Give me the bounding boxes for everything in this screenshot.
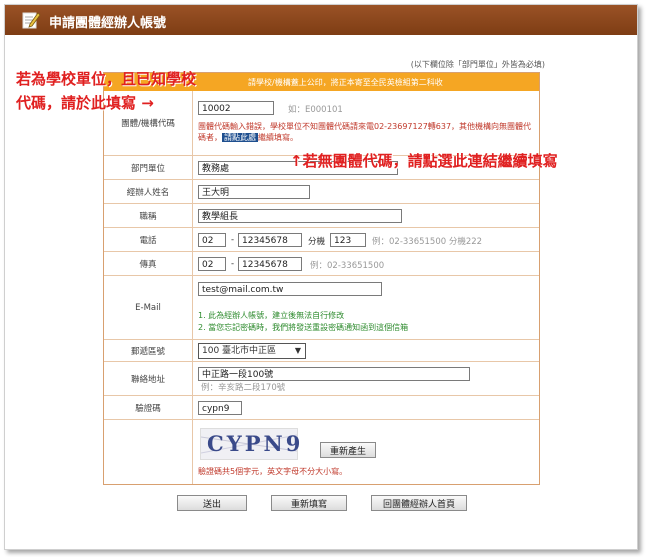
annotation-school-code-line2: 代碼，請於此填寫 →	[16, 94, 154, 112]
row-position: 職稱 教學組長	[104, 203, 539, 228]
row-email: E-Mail test@mail.com.tw 1. 此為經辦人帳號，建立後無法…	[104, 275, 539, 340]
title-bar: 申請團體經辦人帳號	[5, 5, 637, 35]
department-label: 部門單位	[104, 156, 193, 180]
captcha-image-label-cell	[104, 420, 193, 484]
refresh-captcha-button[interactable]: 重新產生	[320, 442, 376, 458]
email-note-1: 1. 此為經辦人帳號，建立後無法自行修改	[198, 311, 345, 320]
notice-text: 請學校/機構蓋上公印，將正本寄至全民英檢組第二科收	[248, 78, 443, 87]
row-address: 聯絡地址 中正路一段100號 例：辛亥路二段170號	[104, 361, 539, 396]
home-button[interactable]: 回團體經辦人首頁	[371, 495, 467, 511]
district-select[interactable]: 100 臺北市中正區 ▼	[198, 343, 306, 359]
captcha-input[interactable]: cypn9	[198, 401, 242, 415]
application-form: 請學校/機構蓋上公印，將正本寄至全民英檢組第二科收 團體/機構代碼 10002 …	[103, 72, 540, 485]
phone-hint: 例：02-33651500 分機222	[372, 237, 483, 247]
continue-link[interactable]: 請點此處	[222, 133, 258, 142]
row-captcha: 驗證碼 cypn9	[104, 395, 539, 420]
row-org-code: 團體/機構代碼 10002 如：E000101 團體代碼輸入錯誤，學校單位不知團…	[104, 91, 539, 155]
captcha-note: 驗證碼共5個字元，英文字母不分大小寫。	[198, 467, 348, 476]
position-label: 職稱	[104, 204, 193, 228]
fax-label: 傳真	[104, 252, 193, 276]
email-input[interactable]: test@mail.com.tw	[198, 282, 382, 296]
edit-icon	[22, 12, 41, 29]
name-label: 經辦人姓名	[104, 180, 193, 204]
address-input[interactable]: 中正路一段100號	[198, 367, 470, 381]
phone-dash: -	[231, 235, 235, 245]
row-phone: 電話 02 - 12345678 分機 123 例：02-33651500 分機…	[104, 227, 539, 252]
reset-button[interactable]: 重新填寫	[271, 495, 347, 511]
captcha-image: CYPN9	[200, 428, 300, 460]
position-input[interactable]: 教學組長	[198, 209, 402, 223]
org-code-help: 團體代碼輸入錯誤，學校單位不知團體代碼請來電02-23697127轉637，其他…	[198, 122, 532, 142]
annotation-school-code-line1: 若為學校單位，且已知學校	[16, 70, 197, 88]
fax-dash: -	[231, 259, 235, 269]
row-captcha-image: CYPN9 重新產生 驗證碼共5個字元，英文字母不分大小寫。	[104, 419, 539, 484]
captcha-text: CYPN9	[207, 431, 304, 456]
annotation-no-code: ↑若無團體代碼，請點選此連結繼續填寫	[290, 152, 558, 170]
row-district: 郵遞區號 100 臺北市中正區 ▼	[104, 339, 539, 362]
email-note-2: 2. 當您忘記密碼時，我們將發送重設密碼通知函到這個信箱	[198, 323, 409, 332]
org-code-hint: 如：E000101	[288, 105, 343, 115]
phone-area-input[interactable]: 02	[198, 233, 226, 247]
address-hint: 例：辛亥路二段170號	[201, 383, 286, 393]
phone-ext-input[interactable]: 123	[330, 233, 366, 247]
phone-ext-label: 分機	[308, 237, 326, 247]
chevron-down-icon: ▼	[294, 346, 301, 355]
submit-button[interactable]: 送出	[177, 495, 247, 511]
fax-number-input[interactable]: 12345678	[238, 257, 302, 271]
name-input[interactable]: 王大明	[198, 185, 310, 199]
captcha-label: 驗證碼	[104, 396, 193, 420]
district-value: 100 臺北市中正區	[202, 346, 277, 356]
required-note: (以下欄位除「部門單位」外皆為必填)	[410, 60, 545, 69]
org-code-input[interactable]: 10002	[198, 101, 274, 115]
phone-label: 電話	[104, 228, 193, 252]
email-label: E-Mail	[104, 276, 193, 340]
page-title: 申請團體經辦人帳號	[49, 16, 167, 31]
row-name: 經辦人姓名 王大明	[104, 179, 539, 204]
fax-hint: 例：02-33651500	[310, 261, 385, 271]
district-label: 郵遞區號	[104, 340, 193, 362]
row-fax: 傳真 02 - 12345678 例：02-33651500	[104, 251, 539, 276]
address-label: 聯絡地址	[104, 362, 193, 396]
phone-number-input[interactable]: 12345678	[238, 233, 302, 247]
fax-area-input[interactable]: 02	[198, 257, 226, 271]
